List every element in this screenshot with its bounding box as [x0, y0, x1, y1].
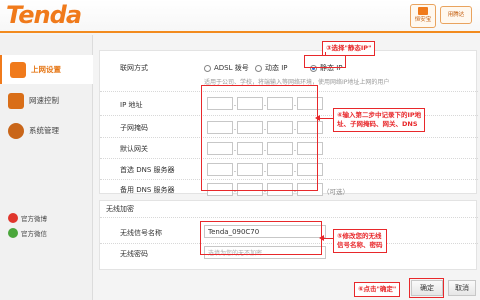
sidebar-item-label: 系统管理: [29, 126, 59, 135]
ip-label: IP 地址: [120, 101, 143, 109]
ip-fields-highlight: [201, 85, 318, 191]
internet-e-icon: [10, 61, 26, 78]
weibo-icon: [8, 213, 18, 223]
ok-highlight: [409, 278, 444, 298]
helper-icon: [418, 7, 428, 15]
optional-note: （可选）: [323, 188, 349, 196]
step3-callout: ③选择"静态IP": [322, 41, 376, 56]
gear-icon: [8, 122, 24, 139]
mask-label: 子网掩码: [120, 124, 148, 132]
sidebar-item-system[interactable]: 系统管理: [0, 116, 93, 145]
wireless-title: 无线加密: [106, 205, 134, 213]
helper-button[interactable]: 恒安宝: [410, 4, 436, 28]
sidebar: 上网设置 网速控制 系统管理 官方微博 官方微信: [0, 35, 93, 300]
weixin-icon: [8, 228, 18, 238]
gateway-label: 默认网关: [120, 145, 148, 153]
step4-callout: ④输入第二步中记录下的IP地 址、子网掩码、网关、DNS: [333, 108, 426, 132]
top-header: Tenda 恒安宝 用腾达: [0, 0, 480, 33]
dns1-label: 首选 DNS 服务器: [120, 166, 175, 174]
step5-arrow: [319, 235, 333, 241]
radio-dynamic-ip[interactable]: 动态 IP: [255, 63, 288, 73]
tenda-logo: Tenda: [6, 1, 82, 29]
divider: [100, 217, 478, 218]
weibo-link[interactable]: 官方微博: [8, 213, 47, 223]
sidebar-item-label: 网速控制: [29, 96, 59, 105]
step5-callout: ⑤修改您的无线 信号名称、密码: [333, 229, 387, 253]
sidebar-item-speed[interactable]: 网速控制: [0, 86, 93, 115]
static-ip-highlight: [304, 55, 346, 68]
weixin-link[interactable]: 官方微信: [8, 228, 47, 238]
sidebar-item-label: 上网设置: [31, 65, 61, 74]
step4-arrow: [315, 115, 333, 121]
password-label: 无线密码: [120, 250, 148, 258]
mode-label: 联网方式: [120, 64, 148, 72]
ssid-label: 无线信号名称: [120, 229, 162, 237]
radio-dot: [204, 64, 211, 72]
sidebar-item-internet[interactable]: 上网设置: [0, 55, 93, 84]
wireless-highlight: [200, 221, 322, 255]
radio-dot: [255, 64, 262, 72]
radio-adsl[interactable]: ADSL 拨号: [204, 63, 249, 73]
step6-callout: ⑥点击"确定": [354, 282, 401, 297]
cancel-button[interactable]: 取消: [448, 280, 476, 296]
exit-button[interactable]: 用腾达: [440, 6, 472, 24]
step3-arrow: [325, 52, 326, 56]
dns2-label: 备用 DNS 服务器: [120, 186, 175, 194]
speed-wave-icon: [8, 92, 24, 109]
